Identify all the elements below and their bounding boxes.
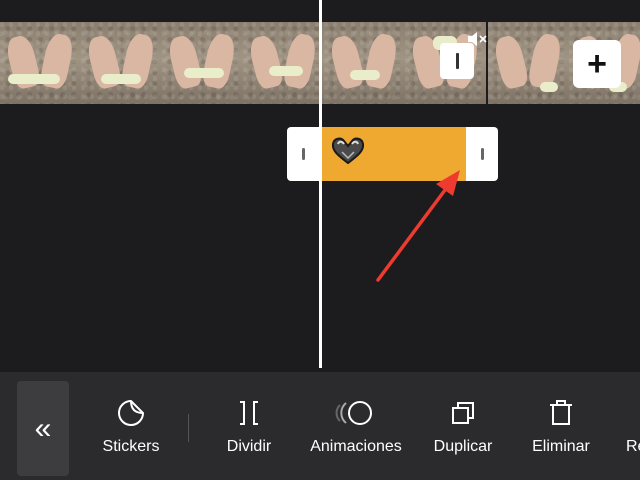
- split-icon: [194, 397, 304, 429]
- double-chevron-left-icon: «: [34, 411, 52, 445]
- video-frame: [324, 22, 405, 104]
- delete-button[interactable]: Eliminar: [506, 392, 616, 466]
- partial-tool-button[interactable]: Re: [620, 392, 640, 466]
- plus-icon: +: [587, 45, 607, 83]
- video-frame: [488, 22, 569, 104]
- heart-hands-sticker-icon: [331, 137, 365, 165]
- delete-label: Eliminar: [532, 438, 590, 455]
- duplicate-icon: [408, 397, 518, 429]
- playhead[interactable]: [319, 0, 322, 368]
- video-frame: [0, 22, 81, 104]
- video-frame: [243, 22, 324, 104]
- video-frame: [81, 22, 162, 104]
- add-clip-button[interactable]: +: [573, 40, 621, 88]
- partial-tool-label: Re: [626, 438, 640, 455]
- sticker-trim-right-handle[interactable]: [466, 127, 498, 181]
- back-button[interactable]: «: [17, 381, 69, 476]
- muted-speaker-icon[interactable]: [466, 30, 488, 48]
- trash-icon: [506, 397, 616, 429]
- sticker-trim-left-handle[interactable]: [287, 127, 319, 181]
- stickers-button[interactable]: Stickers: [76, 392, 186, 466]
- clip-split-handle[interactable]: [440, 43, 474, 79]
- animation-icon: [301, 397, 411, 429]
- video-frame: [162, 22, 243, 104]
- sticker-icon: [76, 397, 186, 429]
